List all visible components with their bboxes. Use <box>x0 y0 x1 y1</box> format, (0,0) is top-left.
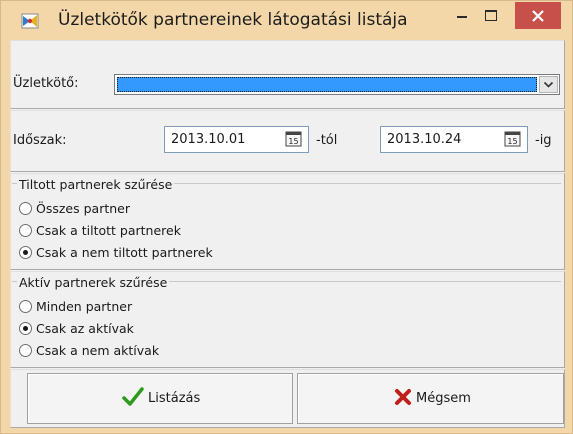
date-to-value: 2013.10.24 <box>387 132 462 147</box>
banned-filter-legend: Tiltott partnerek szűrése <box>17 177 175 192</box>
radio-label: Csak a tiltott partnerek <box>36 223 181 238</box>
radio-button[interactable] <box>19 224 32 237</box>
radio-button[interactable] <box>19 322 32 335</box>
radio-label: Csak a nem tiltott partnerek <box>36 245 213 260</box>
list-button-label: Listázás <box>148 391 201 406</box>
radio-button[interactable] <box>19 300 32 313</box>
minimize-button[interactable] <box>449 2 475 29</box>
maximize-button[interactable] <box>477 2 507 29</box>
salesperson-label: Üzletkötő: <box>13 76 79 91</box>
banned-filter-option[interactable]: Összes partner <box>10 200 310 218</box>
radio-label: Csak az aktívak <box>36 321 134 336</box>
window-title: Üzletkötők partnereinek látogatási listá… <box>58 10 408 30</box>
close-button[interactable] <box>515 2 561 29</box>
date-to-suffix: -ig <box>535 133 552 148</box>
active-filter-legend: Aktív partnerek szűrése <box>17 275 170 290</box>
salesperson-selected-value <box>117 77 537 92</box>
active-filter-option[interactable]: Csak a nem aktívak <box>10 342 310 360</box>
calendar-from-icon[interactable]: 15 <box>285 130 302 147</box>
app-icon <box>21 13 39 29</box>
radio-label: Összes partner <box>36 201 130 216</box>
dialog-window: Üzletkötők partnereinek látogatási listá… <box>0 0 573 434</box>
banned-filter-option[interactable]: Csak a tiltott partnerek <box>10 222 310 240</box>
close-icon <box>532 10 544 22</box>
combobox-dropdown-button[interactable] <box>539 76 558 93</box>
checkmark-icon <box>122 387 144 406</box>
minimize-icon <box>457 16 467 18</box>
radio-button[interactable] <box>19 344 32 357</box>
calendar-to-icon-text: 15 <box>507 137 517 146</box>
chevron-down-icon <box>543 81 554 88</box>
banned-filter-option[interactable]: Csak a nem tiltott partnerek <box>10 244 310 262</box>
radio-label: Minden partner <box>36 299 133 314</box>
calendar-to-icon[interactable]: 15 <box>504 130 521 147</box>
list-button[interactable]: Listázás <box>27 373 293 424</box>
cancel-button[interactable]: Mégsem <box>297 373 564 424</box>
radio-label: Csak a nem aktívak <box>36 343 160 358</box>
cross-icon <box>395 389 411 405</box>
date-from-value: 2013.10.01 <box>171 132 246 147</box>
date-from-suffix: -tól <box>316 133 338 148</box>
title-bar[interactable]: Üzletkötők partnereinek látogatási listá… <box>1 1 572 39</box>
calendar-from-icon-text: 15 <box>288 137 298 146</box>
period-label: Időszak: <box>13 133 67 148</box>
active-filter-option[interactable]: Minden partner <box>10 298 310 316</box>
radio-button[interactable] <box>19 202 32 215</box>
active-filter-option[interactable]: Csak az aktívak <box>10 320 310 338</box>
maximize-icon <box>485 10 497 21</box>
radio-button[interactable] <box>19 246 32 259</box>
radio-selected-dot <box>23 250 28 255</box>
salesperson-combobox[interactable] <box>114 74 560 95</box>
radio-selected-dot <box>23 326 28 331</box>
dialog-body: Üzletkötő: Időszak: 2013.10.01 15 -tól 2… <box>10 40 565 428</box>
cancel-button-label: Mégsem <box>416 391 471 406</box>
